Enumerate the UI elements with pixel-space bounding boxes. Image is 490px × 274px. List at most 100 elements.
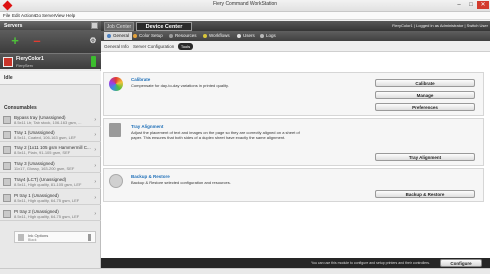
tab-users[interactable]: Users bbox=[234, 32, 258, 40]
tab-resources[interactable]: Resources bbox=[166, 32, 200, 40]
idle-status-row: Idle bbox=[0, 71, 101, 85]
menu-view[interactable]: View bbox=[55, 13, 65, 18]
tray-item[interactable]: PI tray 2 (Unassigned) 8.5x11, High qual… bbox=[0, 207, 101, 221]
center-tabs-bar: Job Center Device Center FieryColor1 | L… bbox=[101, 21, 490, 31]
backup-restore-button[interactable]: Backup & Restore bbox=[375, 190, 475, 198]
maximize-button[interactable]: □ bbox=[466, 1, 476, 9]
backup-restore-card: Backup & Restore Backup & Restore select… bbox=[103, 168, 484, 202]
tray-item[interactable]: Tray 3 (Unassigned) 11x17, Glossy, 163-2… bbox=[0, 159, 101, 173]
tray-item[interactable]: Tray 1 (Unassigned) 8.5x11, Coated, 106-… bbox=[0, 128, 101, 142]
tab-workflows[interactable]: Workflows bbox=[200, 32, 233, 40]
tray-icon bbox=[3, 194, 11, 202]
server-configuration-link[interactable]: Server Configuration bbox=[133, 44, 174, 49]
menu-file[interactable]: File bbox=[3, 13, 10, 18]
server-item[interactable]: FieryColor1 FieryServ bbox=[0, 53, 101, 69]
tray-desc: 8.5x11, High quality, 64-75 gsm, LEF bbox=[14, 214, 80, 219]
ink-level-bar bbox=[88, 234, 91, 241]
ink-options-item[interactable]: Ink Options Black bbox=[14, 231, 96, 243]
idle-label: Idle bbox=[4, 75, 13, 81]
tray-item[interactable]: Bypass tray (Unassigned) 8.5x11 Ltr, Tab… bbox=[0, 113, 101, 127]
tray-icon bbox=[3, 178, 11, 186]
menu-actions[interactable]: Actions bbox=[21, 13, 36, 18]
calibrate-button[interactable]: Calibrate bbox=[375, 79, 475, 87]
tray-desc: 8.5x11, High quality, 64-75 gsm, LEF bbox=[14, 198, 80, 203]
tray-desc: 11x17, Glossy, 163-200 gsm, SEF bbox=[14, 166, 75, 171]
general-info-link[interactable]: General Info bbox=[104, 44, 129, 49]
menu-help[interactable]: Help bbox=[66, 13, 75, 18]
device-center-nav: General Color Setup Resources Workflows … bbox=[101, 31, 490, 41]
servers-toolbar: + – ⚙ bbox=[0, 30, 101, 53]
tray-item[interactable]: Tray 2 (1x11 105 gsm Hammermill C... 8.5… bbox=[0, 143, 101, 157]
tray-alignment-title: Tray Alignment bbox=[131, 124, 164, 129]
logs-icon bbox=[260, 33, 264, 38]
calibrate-title: Calibrate bbox=[131, 77, 151, 82]
status-bar bbox=[0, 268, 490, 274]
consumables-header[interactable]: Consumables bbox=[0, 103, 101, 112]
more-options-icon[interactable]: ⚙ bbox=[86, 34, 100, 48]
chevron-right-icon: › bbox=[94, 195, 96, 201]
add-server-button[interactable]: + bbox=[8, 34, 22, 48]
user-info[interactable]: FieryColor1 | Logged in as Administrator… bbox=[392, 23, 488, 28]
ink-icon bbox=[18, 234, 24, 241]
backup-restore-desc: Backup & Restore selected configuration … bbox=[131, 180, 231, 185]
general-subnav: General Info Server Configuration Tools bbox=[101, 41, 490, 52]
remove-server-button[interactable]: – bbox=[30, 34, 44, 48]
collapse-panel-button[interactable] bbox=[91, 22, 98, 29]
tab-users-label: Users bbox=[243, 33, 255, 38]
tray-item[interactable]: Tray4 (LCT) (Unassigned) 8.5x11, High qu… bbox=[0, 175, 101, 189]
chevron-right-icon: › bbox=[94, 163, 96, 169]
server-name: FieryColor1 bbox=[16, 56, 44, 62]
minimize-button[interactable]: – bbox=[454, 1, 464, 9]
server-icon bbox=[3, 57, 13, 67]
tab-color-setup-label: Color Setup bbox=[139, 33, 163, 38]
servers-panel: Servers + – ⚙ FieryColor1 FieryServ Idle… bbox=[0, 21, 101, 274]
tab-color-setup[interactable]: Color Setup bbox=[130, 32, 166, 40]
app-window: Fiery Command WorkStation – □ ✕ File Edi… bbox=[0, 0, 490, 274]
close-button[interactable]: ✕ bbox=[477, 1, 489, 9]
calibrate-card: Calibrate Compensate for day-to-day vari… bbox=[103, 72, 484, 116]
menu-edit[interactable]: Edit bbox=[12, 13, 20, 18]
tray-alignment-desc: Adjust the placement of text and images … bbox=[131, 130, 300, 140]
servers-title: Servers bbox=[4, 23, 23, 29]
tray-icon bbox=[3, 162, 11, 170]
menu-bar: File Edit Actions Go Server View Help bbox=[0, 12, 490, 20]
chevron-right-icon: › bbox=[94, 211, 96, 217]
tab-device-center[interactable]: Device Center bbox=[136, 22, 192, 31]
tab-general-label: General bbox=[113, 33, 130, 38]
tab-logs[interactable]: Logs bbox=[257, 32, 279, 40]
general-icon bbox=[107, 33, 111, 38]
resources-icon bbox=[169, 33, 173, 38]
servers-header: Servers bbox=[0, 21, 101, 30]
calibrate-icon bbox=[109, 77, 123, 91]
backup-restore-icon bbox=[109, 174, 123, 188]
workflows-icon bbox=[203, 33, 207, 38]
tray-icon bbox=[3, 116, 11, 124]
tray-desc: 8.5x11 Ltr, Tab stock, 106-163 gsm, ... bbox=[14, 120, 82, 125]
tray-item[interactable]: PI tray 1 (Unassigned) 8.5x11, High qual… bbox=[0, 191, 101, 205]
chevron-right-icon: › bbox=[94, 132, 96, 138]
menu-server[interactable]: Server bbox=[42, 13, 55, 18]
tray-alignment-button[interactable]: Tray Alignment bbox=[375, 153, 475, 161]
ink-desc: Black bbox=[28, 238, 37, 242]
module-footer: You can use this module to configure and… bbox=[101, 258, 490, 268]
preferences-button[interactable]: Preferences bbox=[375, 103, 475, 111]
backup-restore-title: Backup & Restore bbox=[131, 174, 170, 179]
calibrate-desc: Compensate for day-to-day variations in … bbox=[131, 83, 229, 88]
tab-logs-label: Logs bbox=[266, 33, 276, 38]
users-icon bbox=[237, 33, 241, 38]
tray-desc: 8.5x11, Coated, 106-163 gsm, LEF bbox=[14, 135, 76, 140]
chevron-right-icon: › bbox=[94, 179, 96, 185]
tray-desc: 8.5x11, Plain, 91-105 gsm, SEF bbox=[14, 150, 71, 155]
server-status: FieryServ bbox=[16, 63, 34, 68]
tray-icon bbox=[3, 210, 11, 218]
configure-button[interactable]: Configure bbox=[440, 259, 482, 267]
footer-info: You can use this module to configure and… bbox=[311, 261, 430, 265]
tools-link[interactable]: Tools bbox=[178, 43, 193, 50]
manage-button[interactable]: Manage bbox=[375, 91, 475, 99]
tray-icon bbox=[3, 131, 11, 139]
menu-go[interactable]: Go bbox=[35, 13, 41, 18]
tab-job-center[interactable]: Job Center bbox=[104, 22, 134, 31]
tab-general[interactable]: General bbox=[104, 32, 133, 40]
window-title: Fiery Command WorkStation bbox=[212, 1, 278, 7]
chevron-right-icon: › bbox=[94, 117, 96, 123]
